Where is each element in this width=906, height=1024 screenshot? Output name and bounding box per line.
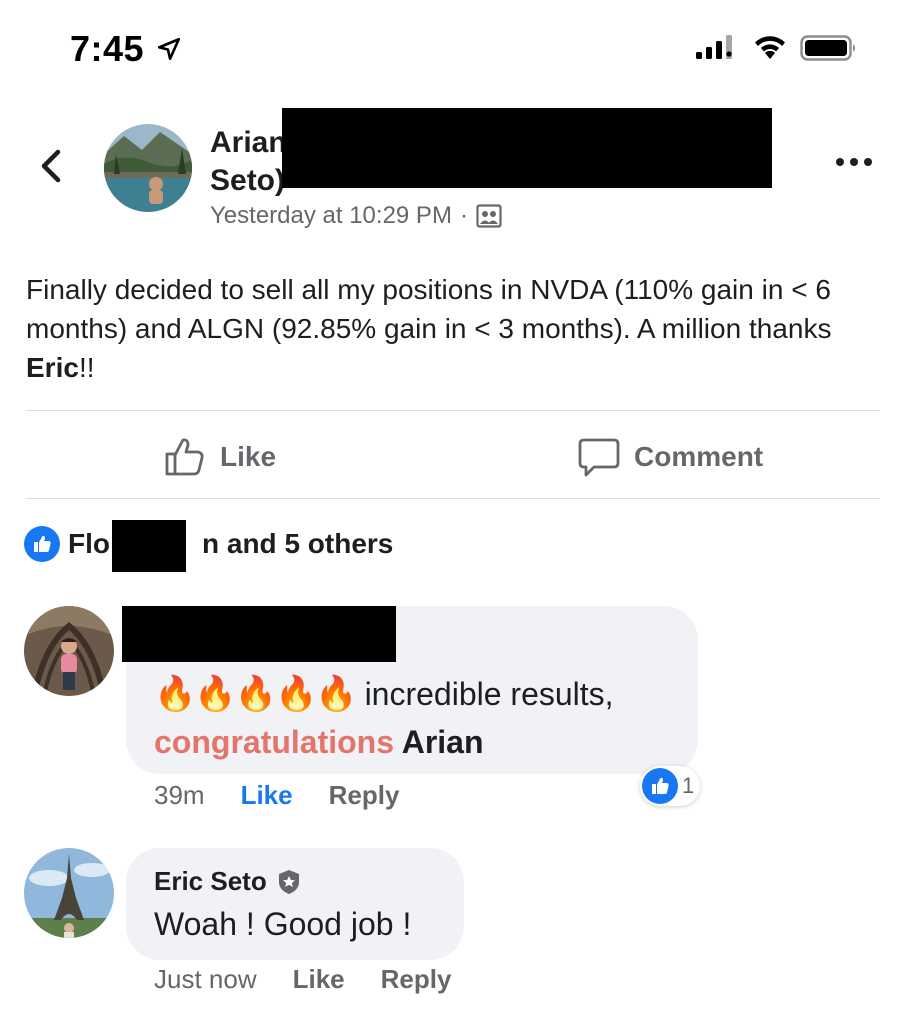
- redaction-block: [122, 606, 396, 662]
- comment-reply-button[interactable]: Reply: [381, 964, 452, 995]
- meta-separator: ·: [459, 202, 468, 229]
- eiffel-tower-avatar-image: [24, 848, 114, 938]
- author-avatar-image: [104, 124, 192, 212]
- comment-icon: [578, 438, 620, 477]
- comment-author[interactable]: Eric Seto: [154, 866, 301, 897]
- like-reaction-icon: [24, 526, 60, 562]
- battery-icon: [800, 35, 855, 61]
- divider-top: [26, 410, 880, 411]
- comment-time[interactable]: 39m: [154, 780, 205, 811]
- reaction-suffix: n and 5 others: [202, 528, 394, 559]
- cellular-signal-icon: [696, 35, 732, 59]
- like-label: Like: [220, 441, 277, 472]
- post-text-main: Finally decided to sell all my positions…: [26, 274, 832, 344]
- post-meta: Yesterday at 10:29 PM ·: [210, 200, 502, 232]
- comment-like-button[interactable]: Like: [293, 964, 345, 995]
- redaction-block: [112, 520, 186, 572]
- like-reaction-icon: [642, 768, 678, 804]
- comment-text-part1: incredible results,: [355, 676, 614, 712]
- fire-emoji-icon: 🔥🔥🔥🔥🔥: [154, 675, 358, 713]
- comment-reply-button[interactable]: Reply: [329, 780, 400, 811]
- comment-meta: 39m Like Reply: [154, 780, 399, 811]
- commenter-avatar[interactable]: [24, 848, 114, 938]
- redaction-block: [282, 108, 772, 188]
- comment-author-name: Eric Seto: [154, 866, 267, 896]
- post-timestamp[interactable]: Yesterday at 10:29 PM: [210, 200, 452, 232]
- thumbs-up-icon: [165, 438, 204, 476]
- reaction-summary[interactable]: Flo n and 5 others: [24, 524, 393, 564]
- location-arrow-icon: [157, 37, 181, 61]
- comment-like-button[interactable]: Like: [241, 780, 293, 811]
- comment-text-part2: Arian: [394, 724, 484, 760]
- comment-reaction-count[interactable]: 1: [640, 766, 701, 806]
- comment-button[interactable]: Comment: [578, 432, 763, 482]
- back-button[interactable]: [34, 146, 66, 186]
- congratulations-word: congratulations: [154, 724, 395, 760]
- comment-meta: Just now Like Reply: [154, 964, 451, 995]
- friends-audience-icon[interactable]: [476, 204, 502, 228]
- commenter-avatar-image: [24, 606, 114, 696]
- commenter-avatar[interactable]: [24, 606, 114, 696]
- post-text-end: !!: [78, 352, 95, 383]
- comment-label: Comment: [634, 441, 764, 472]
- post-body: Finally decided to sell all my positions…: [26, 270, 886, 387]
- status-time: 7:45: [70, 28, 145, 69]
- mention-eric[interactable]: Eric: [26, 352, 79, 383]
- reaction-count-value: 1: [682, 773, 695, 798]
- comment-time[interactable]: Just now: [154, 964, 257, 995]
- author-avatar[interactable]: [104, 124, 192, 212]
- reaction-prefix: Flo: [68, 528, 110, 559]
- admin-badge-icon: [278, 869, 299, 894]
- comment-text: 🔥🔥🔥🔥🔥 incredible results, congratulations…: [154, 670, 694, 766]
- more-options-icon[interactable]: [834, 152, 874, 172]
- like-button[interactable]: Like: [164, 432, 276, 482]
- divider-bottom: [26, 498, 880, 499]
- wifi-icon: [755, 36, 785, 59]
- comment-text: Woah ! Good job !: [154, 906, 412, 942]
